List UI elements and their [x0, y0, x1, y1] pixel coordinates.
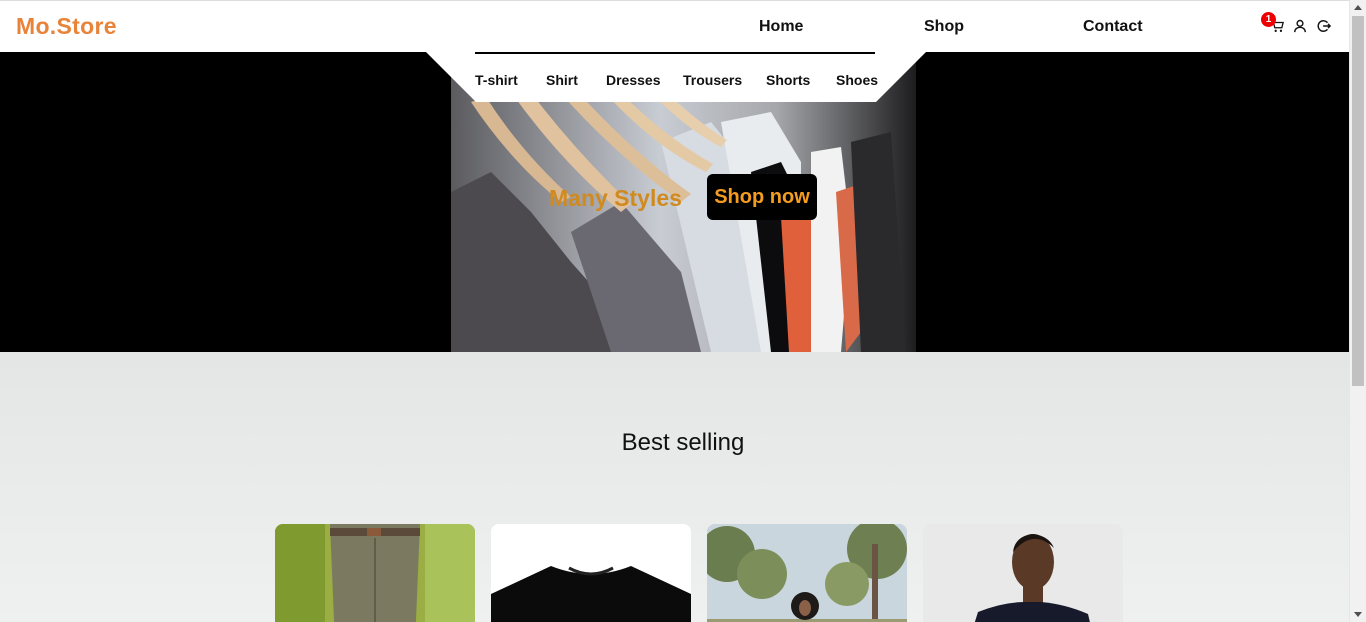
product-card[interactable] [275, 524, 475, 622]
page: Many Styles Shop now T-shirt Shirt Dress… [0, 0, 1349, 622]
nav-shop[interactable]: Shop [924, 18, 964, 36]
product-card[interactable] [707, 524, 907, 622]
scroll-up-icon[interactable] [1354, 5, 1362, 10]
product-image [923, 524, 1123, 622]
submenu-item-dresses[interactable]: Dresses [606, 72, 661, 88]
user-icon[interactable] [1293, 19, 1309, 35]
submenu-item-shorts[interactable]: Shorts [766, 72, 810, 88]
nav-contact[interactable]: Contact [1083, 18, 1143, 36]
product-image [707, 524, 907, 622]
submenu-item-shoes[interactable]: Shoes [836, 72, 878, 88]
store-logo[interactable]: Mo.Store [16, 13, 117, 40]
product-image [275, 524, 475, 622]
product-card[interactable] [923, 524, 1123, 622]
scroll-thumb[interactable] [1352, 16, 1364, 386]
submenu-item-trousers[interactable]: Trousers [683, 72, 742, 88]
cart-count-badge: 1 [1261, 12, 1276, 27]
submenu-item-tshirt[interactable]: T-shirt [475, 72, 518, 88]
best-selling-section: Best selling [0, 352, 1349, 622]
product-image [491, 524, 691, 622]
shop-now-button[interactable]: Shop now [707, 174, 817, 220]
logout-icon[interactable] [1317, 19, 1333, 35]
section-title: Best selling [621, 429, 745, 456]
vertical-scrollbar[interactable] [1349, 0, 1366, 622]
hero-headline: Many Styles [549, 185, 682, 211]
top-header: Mo.Store Home Shop Contact 1 [0, 0, 1349, 52]
shop-submenu: T-shirt Shirt Dresses Trousers Shorts Sh… [475, 52, 878, 102]
scroll-down-icon[interactable] [1354, 612, 1362, 617]
product-card[interactable] [491, 524, 691, 622]
nav-home[interactable]: Home [759, 18, 803, 36]
submenu-item-shirt[interactable]: Shirt [546, 72, 578, 88]
